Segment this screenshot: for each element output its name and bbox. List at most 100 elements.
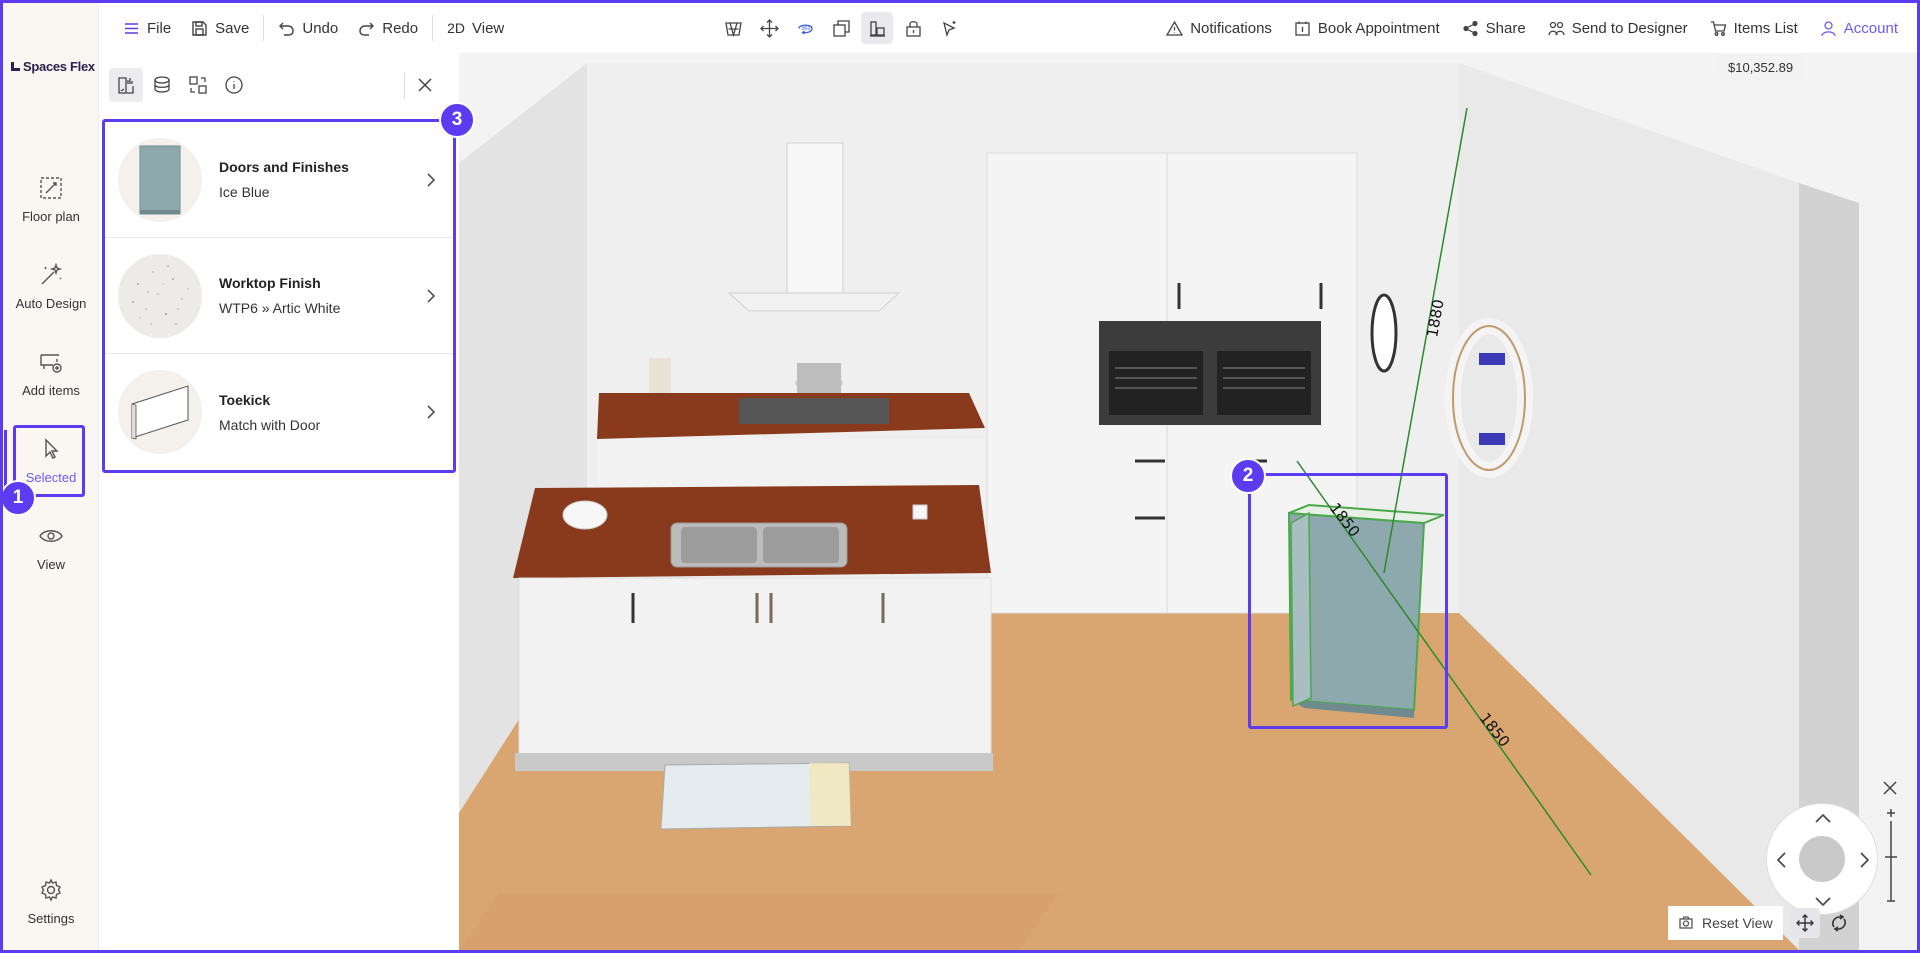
info-icon bbox=[225, 76, 243, 94]
tab-properties[interactable] bbox=[109, 68, 143, 102]
swap-icon bbox=[189, 76, 207, 94]
view-mode-label: 2D bbox=[447, 20, 465, 36]
tab-material[interactable] bbox=[145, 68, 179, 102]
undo-button[interactable]: Undo bbox=[268, 12, 348, 44]
user-icon bbox=[1821, 20, 1836, 36]
sidebar-item-label: Auto Design bbox=[15, 295, 87, 311]
option-value: Match with Door bbox=[219, 416, 321, 433]
align-icon bbox=[869, 20, 885, 37]
designer-icon bbox=[1548, 21, 1565, 35]
redo-label: Redo bbox=[382, 19, 419, 37]
logo-mark-icon bbox=[11, 62, 20, 71]
camera-mode-group bbox=[1790, 908, 1854, 938]
send-to-designer-button[interactable]: Send to Designer bbox=[1539, 12, 1697, 44]
align-tool[interactable] bbox=[861, 12, 893, 44]
option-worktop-finish[interactable]: Worktop Finish WTP6 » Artic White bbox=[105, 238, 453, 354]
magic-wand-icon bbox=[41, 262, 63, 284]
toekick-swatch bbox=[118, 370, 202, 454]
room-render: 1880 1850 1850 bbox=[459, 63, 1859, 950]
add-items-icon bbox=[40, 353, 62, 373]
lock-tool[interactable] bbox=[897, 12, 929, 44]
sidebar-item-settings[interactable]: Settings bbox=[3, 863, 99, 939]
tab-info[interactable] bbox=[217, 68, 251, 102]
properties-panel: Doors and Finishes Ice Blue Worktop Fini… bbox=[99, 53, 459, 950]
notifications-button[interactable]: Notifications bbox=[1157, 12, 1281, 44]
option-toekick[interactable]: Toekick Match with Door bbox=[105, 354, 453, 470]
door-swatch bbox=[118, 137, 202, 222]
duplicate-tool[interactable] bbox=[825, 12, 857, 44]
chevron-right-icon bbox=[427, 288, 436, 303]
redo-button[interactable]: Redo bbox=[348, 12, 428, 44]
close-panel-button[interactable] bbox=[411, 71, 439, 99]
view-label: View bbox=[472, 19, 505, 37]
undo-label: Undo bbox=[302, 19, 339, 37]
zoom-slider[interactable] bbox=[1880, 805, 1902, 905]
eye-icon bbox=[39, 529, 63, 542]
tab-swap[interactable] bbox=[181, 68, 215, 102]
send-to-designer-label: Send to Designer bbox=[1571, 19, 1688, 37]
room-3d-viewport[interactable]: 1880 1850 1850 bbox=[459, 53, 1917, 950]
orbit-mode-button[interactable] bbox=[1824, 908, 1854, 938]
book-appointment-button[interactable]: Book Appointment bbox=[1285, 12, 1449, 44]
duplicate-icon bbox=[832, 19, 850, 37]
reset-view-button[interactable]: Reset View bbox=[1668, 906, 1783, 940]
chevron-left-icon[interactable] bbox=[1771, 850, 1791, 870]
step-badge-2: 2 bbox=[1230, 458, 1266, 494]
select-tool[interactable] bbox=[933, 12, 965, 44]
share-button[interactable]: Share bbox=[1453, 12, 1535, 44]
rotate-360-icon: 360 bbox=[797, 23, 813, 35]
sidebar-item-label: View bbox=[37, 556, 65, 572]
chevron-right-icon bbox=[427, 172, 436, 187]
file-button[interactable]: File bbox=[113, 12, 181, 44]
notifications-label: Notifications bbox=[1190, 19, 1272, 37]
selected-cabinet-highlight[interactable] bbox=[1248, 473, 1448, 729]
speckle-texture-icon bbox=[118, 253, 202, 338]
gear-icon bbox=[41, 877, 61, 902]
items-list-button[interactable]: Items List bbox=[1701, 12, 1807, 44]
chevron-right-icon bbox=[427, 405, 436, 419]
sidebar-item-auto-design[interactable]: Auto Design bbox=[3, 248, 99, 324]
save-label: Save bbox=[215, 19, 250, 37]
book-appointment-label: Book Appointment bbox=[1317, 19, 1440, 37]
option-title: Doors and Finishes bbox=[219, 159, 349, 175]
share-label: Share bbox=[1485, 19, 1526, 37]
file-label: File bbox=[147, 19, 172, 37]
save-button[interactable]: Save bbox=[181, 12, 259, 44]
panel-divider bbox=[404, 73, 405, 99]
chevron-right-icon[interactable] bbox=[1855, 850, 1875, 870]
wireframe-icon bbox=[724, 21, 742, 37]
option-title: Toekick bbox=[219, 391, 271, 408]
select-cursor-icon bbox=[942, 20, 956, 37]
sidebar-item-label: Add items bbox=[22, 382, 80, 398]
option-doors-and-finishes[interactable]: Doors and Finishes Ice Blue bbox=[105, 122, 453, 238]
close-icon bbox=[418, 78, 432, 92]
toekick-thumbnail-icon bbox=[131, 385, 189, 440]
pan-mode-button[interactable] bbox=[1790, 908, 1820, 938]
option-value: Ice Blue bbox=[219, 184, 270, 200]
cabinet-properties-icon bbox=[118, 77, 134, 94]
undo-icon bbox=[279, 22, 295, 36]
share-icon bbox=[1463, 20, 1478, 36]
account-button[interactable]: Account bbox=[1811, 12, 1907, 44]
step-badge-1: 1 bbox=[0, 480, 36, 516]
floor-plan-icon bbox=[40, 176, 62, 199]
move-tool[interactable] bbox=[753, 12, 785, 44]
close-controls-icon[interactable] bbox=[1880, 778, 1900, 798]
sidebar-item-label: Settings bbox=[27, 910, 75, 926]
view-mode-button[interactable]: 2D View bbox=[437, 12, 514, 44]
logo-text: Spaces Flex bbox=[23, 59, 95, 74]
sidebar-item-add-items[interactable]: Add items bbox=[3, 335, 99, 411]
chevron-up-icon[interactable] bbox=[1813, 808, 1833, 828]
door-thumbnail-icon bbox=[139, 145, 181, 214]
sidebar-item-floor-plan[interactable]: Floor plan bbox=[3, 161, 99, 237]
material-icon bbox=[154, 76, 170, 93]
sidebar-item-view[interactable]: View bbox=[3, 509, 99, 585]
camera-orbit-control[interactable] bbox=[1766, 803, 1878, 915]
toolbar-divider bbox=[263, 15, 265, 41]
orbit-knob[interactable] bbox=[1799, 836, 1845, 882]
wireframe-tool[interactable] bbox=[717, 12, 749, 44]
app-logo[interactable]: Spaces Flex bbox=[11, 59, 95, 74]
sidebar-item-label: Floor plan bbox=[22, 208, 80, 224]
rotate-360-tool[interactable]: 360 bbox=[789, 12, 821, 44]
cart-icon bbox=[1710, 20, 1726, 36]
